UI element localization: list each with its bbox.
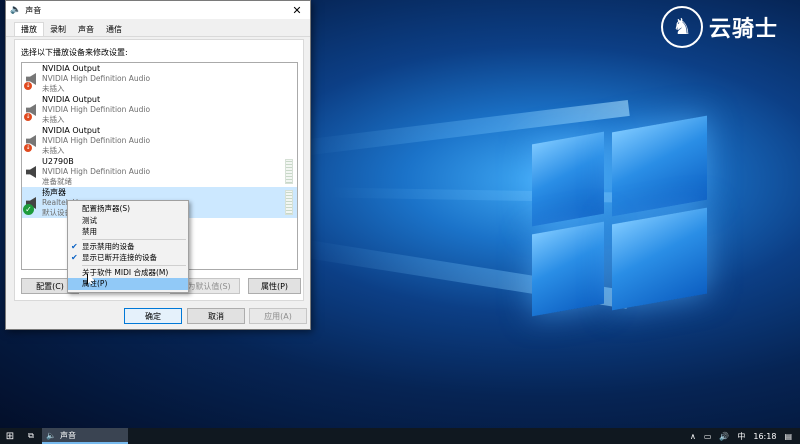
menu-item-label: 显示已断开连接的设备 (82, 253, 157, 262)
volume-level-meter (285, 190, 293, 215)
logo-pane (612, 207, 707, 311)
menu-item-configure-speakers[interactable]: 配置扬声器(S) (68, 203, 188, 215)
windows-start-icon[interactable]: ⊞ (0, 428, 20, 444)
default-check-icon: ✓ (23, 204, 34, 215)
speaker-icon: 🔈 (10, 5, 22, 15)
logo-pane (612, 115, 707, 217)
menu-item-about-midi[interactable]: 关于软件 MIDI 合成器(M) (68, 267, 188, 279)
device-status: 未插入 (42, 115, 65, 124)
menu-item-properties[interactable]: 属性(P) (68, 278, 188, 290)
device-name: NVIDIA Output (42, 64, 101, 73)
taskbar-app-label: 声音 (59, 430, 76, 440)
properties-button[interactable]: 属性(P) (248, 278, 301, 294)
horse-rider-icon: ♞ (660, 6, 703, 48)
monitor-icon[interactable]: ▭ (704, 432, 712, 441)
menu-item-label: 关于软件 MIDI 合成器(M) (82, 267, 169, 277)
menu-item-label: 显示禁用的设备 (82, 241, 135, 251)
menu-item-label: 测试 (82, 215, 97, 225)
speaker-device-icon (26, 166, 36, 178)
apply-button[interactable]: 应用(A) (249, 308, 307, 324)
device-driver: NVIDIA High Definition Audio (42, 105, 151, 114)
tab-sounds[interactable]: 声音 (72, 23, 100, 36)
menu-item-label: 配置扬声器(S) (82, 204, 131, 213)
volume-level-meter (285, 159, 293, 184)
chevron-up-icon[interactable]: ∧ (690, 432, 696, 441)
volume-icon[interactable]: 🔊 (719, 432, 729, 441)
device-status: 未插入 (42, 84, 65, 93)
notification-icon[interactable]: ▤ (784, 432, 792, 441)
logo-pane (532, 131, 604, 227)
menu-item-show-disabled[interactable]: ✔ 显示禁用的设备 (68, 241, 188, 253)
logo-pane (532, 221, 604, 317)
unplugged-arrow-icon: ↓ (24, 113, 32, 121)
menu-item-test[interactable]: 测试 (68, 215, 188, 227)
device-name: NVIDIA Output (42, 95, 101, 104)
system-tray: ∧ ▭ 🔊 中 16:18 ▤ (690, 431, 800, 442)
unplugged-arrow-icon: ↓ (24, 82, 32, 90)
checkmark-icon: ✔ (71, 253, 78, 262)
device-name: U2790B (42, 157, 74, 166)
dialog-titlebar[interactable]: 🔈 声音 ✕ (6, 1, 310, 19)
menu-item-show-disconnected[interactable]: ✔ 显示已断开连接的设备 (68, 252, 188, 264)
device-driver: NVIDIA High Definition Audio (42, 74, 151, 83)
device-name: 扬声器 (42, 188, 66, 197)
unplugged-arrow-icon: ↓ (24, 144, 32, 152)
dialog-title: 声音 (25, 5, 42, 15)
menu-item-label: 属性(P) (82, 279, 108, 288)
tab-communications[interactable]: 通信 (100, 23, 128, 36)
taskbar: ⊞ ⧉ 🔈 声音 ∧ ▭ 🔊 中 16:18 ▤ (0, 428, 800, 444)
checkmark-icon: ✔ (71, 241, 78, 251)
device-status: 准备就绪 (42, 177, 72, 186)
tab-playback[interactable]: 播放 (14, 22, 44, 36)
ime-indicator[interactable]: 中 (737, 431, 745, 442)
task-view-icon[interactable]: ⧉ (20, 428, 42, 444)
tab-recording[interactable]: 录制 (44, 23, 72, 36)
brand-text: 云骑士 (708, 17, 778, 42)
menu-separator (82, 264, 186, 266)
device-item[interactable]: ↓ NVIDIA Output NVIDIA High Definition A… (22, 125, 297, 156)
clock-time[interactable]: 16:18 (753, 432, 776, 441)
ok-button[interactable]: 确定 (124, 308, 182, 324)
device-item[interactable]: ↓ NVIDIA Output NVIDIA High Definition A… (22, 94, 297, 125)
device-item[interactable]: ↓ NVIDIA Output NVIDIA High Definition A… (22, 63, 297, 94)
context-menu: 配置扬声器(S) 测试 禁用 ✔ 显示禁用的设备 ✔ 显示已断开连接的设备 关于软件… (67, 200, 189, 293)
watermark-brand: ♞ 云骑士 (660, 6, 778, 48)
windows-logo (520, 110, 720, 340)
tab-bar: 播放 录制 声音 通信 (6, 22, 310, 37)
taskbar-app-sound[interactable]: 🔈 声音 (42, 428, 128, 444)
device-driver: NVIDIA High Definition Audio (42, 167, 151, 176)
close-button[interactable]: ✕ (284, 4, 310, 17)
device-driver: NVIDIA High Definition Audio (42, 136, 151, 145)
menu-item-label: 禁用 (82, 227, 97, 236)
device-status: 未插入 (42, 146, 65, 155)
device-name: NVIDIA Output (42, 126, 101, 135)
speaker-icon: 🔈 (46, 430, 56, 440)
cancel-button[interactable]: 取消 (187, 308, 245, 324)
instruction-text: 选择以下播放设备来修改设置: (21, 48, 128, 57)
menu-item-disable[interactable]: 禁用 (68, 226, 188, 238)
device-item[interactable]: U2790B NVIDIA High Definition Audio 准备就绪 (22, 156, 297, 187)
menu-separator (82, 238, 186, 240)
